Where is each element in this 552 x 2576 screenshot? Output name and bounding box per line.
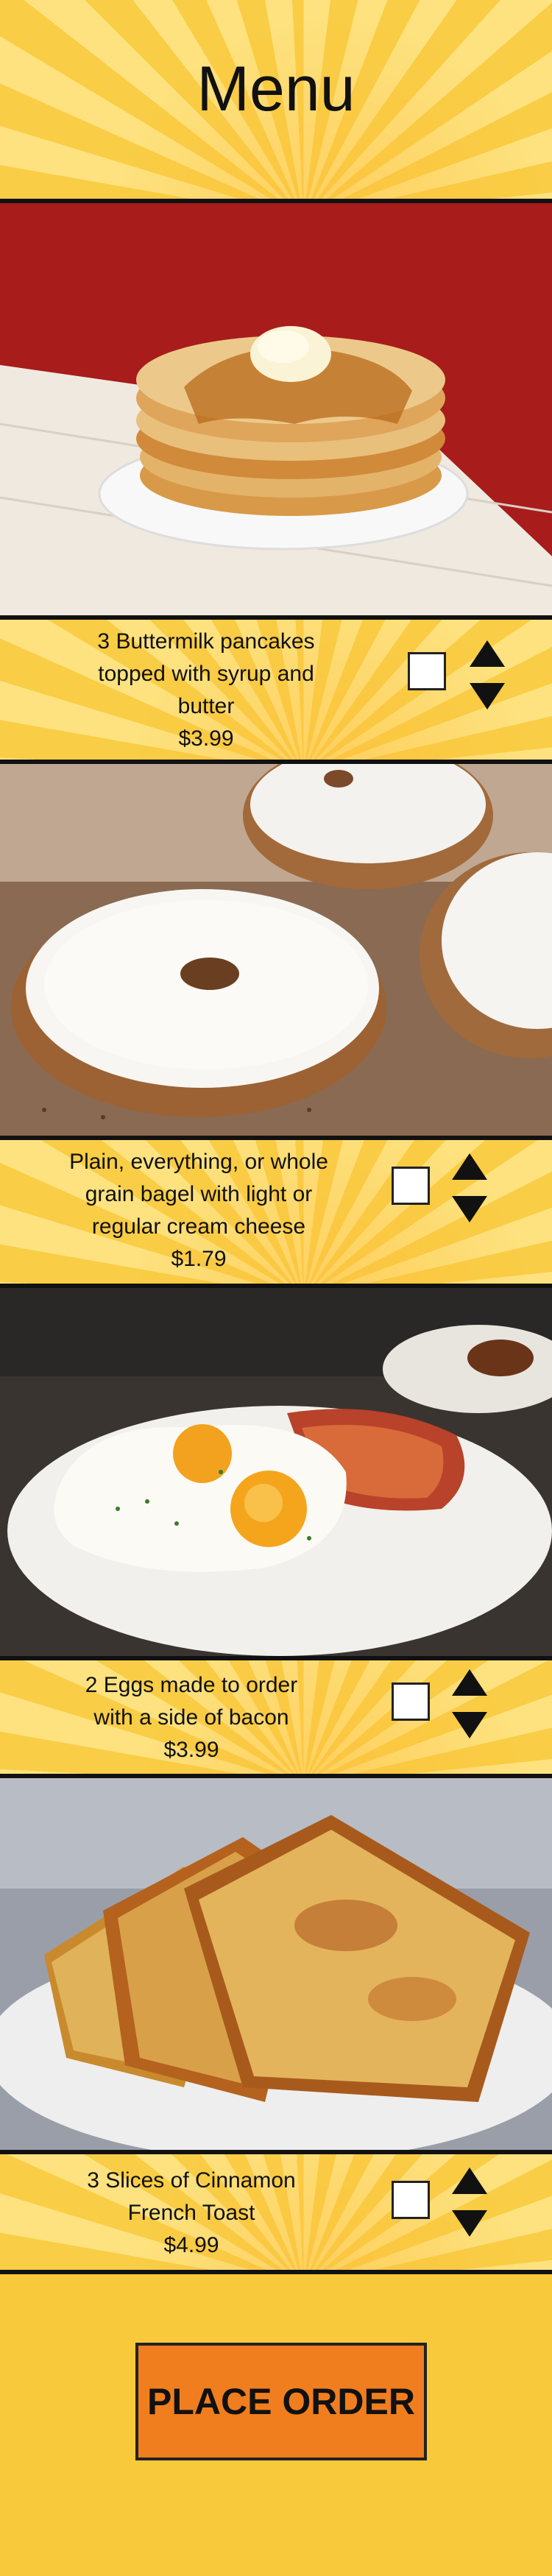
select-checkbox[interactable]: [392, 1167, 430, 1205]
select-checkbox[interactable]: [392, 2181, 430, 2219]
increase-arrow-icon[interactable]: [452, 1153, 487, 1180]
item-price: $1.79: [171, 1247, 227, 1271]
item-description: 3 Buttermilk pancakes topped with syrup …: [29, 626, 383, 755]
decrease-arrow-icon[interactable]: [452, 1712, 487, 1738]
decrease-arrow-icon[interactable]: [452, 2210, 487, 2237]
french-toast-photo: [0, 1778, 552, 2150]
item-description: Plain, everything, or whole grain bagel …: [15, 1146, 383, 1275]
decrease-arrow-icon[interactable]: [452, 1196, 487, 1222]
menu-item-pancakes: 3 Buttermilk pancakes topped with syrup …: [0, 620, 552, 760]
bagel-photo: [0, 764, 552, 1136]
increase-arrow-icon[interactable]: [452, 1669, 487, 1696]
increase-arrow-icon[interactable]: [470, 640, 505, 667]
menu-item-bagel: Plain, everything, or whole grain bagel …: [0, 1140, 552, 1284]
item-description: 3 Slices of Cinnamon French Toast $4.99: [15, 2165, 368, 2262]
item-price: $3.99: [178, 726, 234, 751]
select-checkbox[interactable]: [408, 652, 446, 690]
menu-item-eggs: 2 Eggs made to order with a side of baco…: [0, 1660, 552, 1774]
decrease-arrow-icon[interactable]: [470, 683, 505, 710]
item-price: $4.99: [163, 2233, 219, 2257]
select-checkbox[interactable]: [392, 1682, 430, 1721]
place-order-button[interactable]: PLACE ORDER: [135, 2343, 427, 2460]
increase-arrow-icon[interactable]: [452, 2168, 487, 2194]
header-banner: Menu: [0, 0, 552, 199]
item-price: $3.99: [163, 1738, 219, 1762]
eggs-photo: [0, 1288, 552, 1656]
pancakes-photo: [0, 203, 552, 615]
page-title: Menu: [197, 54, 355, 124]
item-description: 2 Eggs made to order with a side of baco…: [15, 1669, 368, 1766]
menu-item-french-toast: 3 Slices of Cinnamon French Toast $4.99: [0, 2154, 552, 2274]
